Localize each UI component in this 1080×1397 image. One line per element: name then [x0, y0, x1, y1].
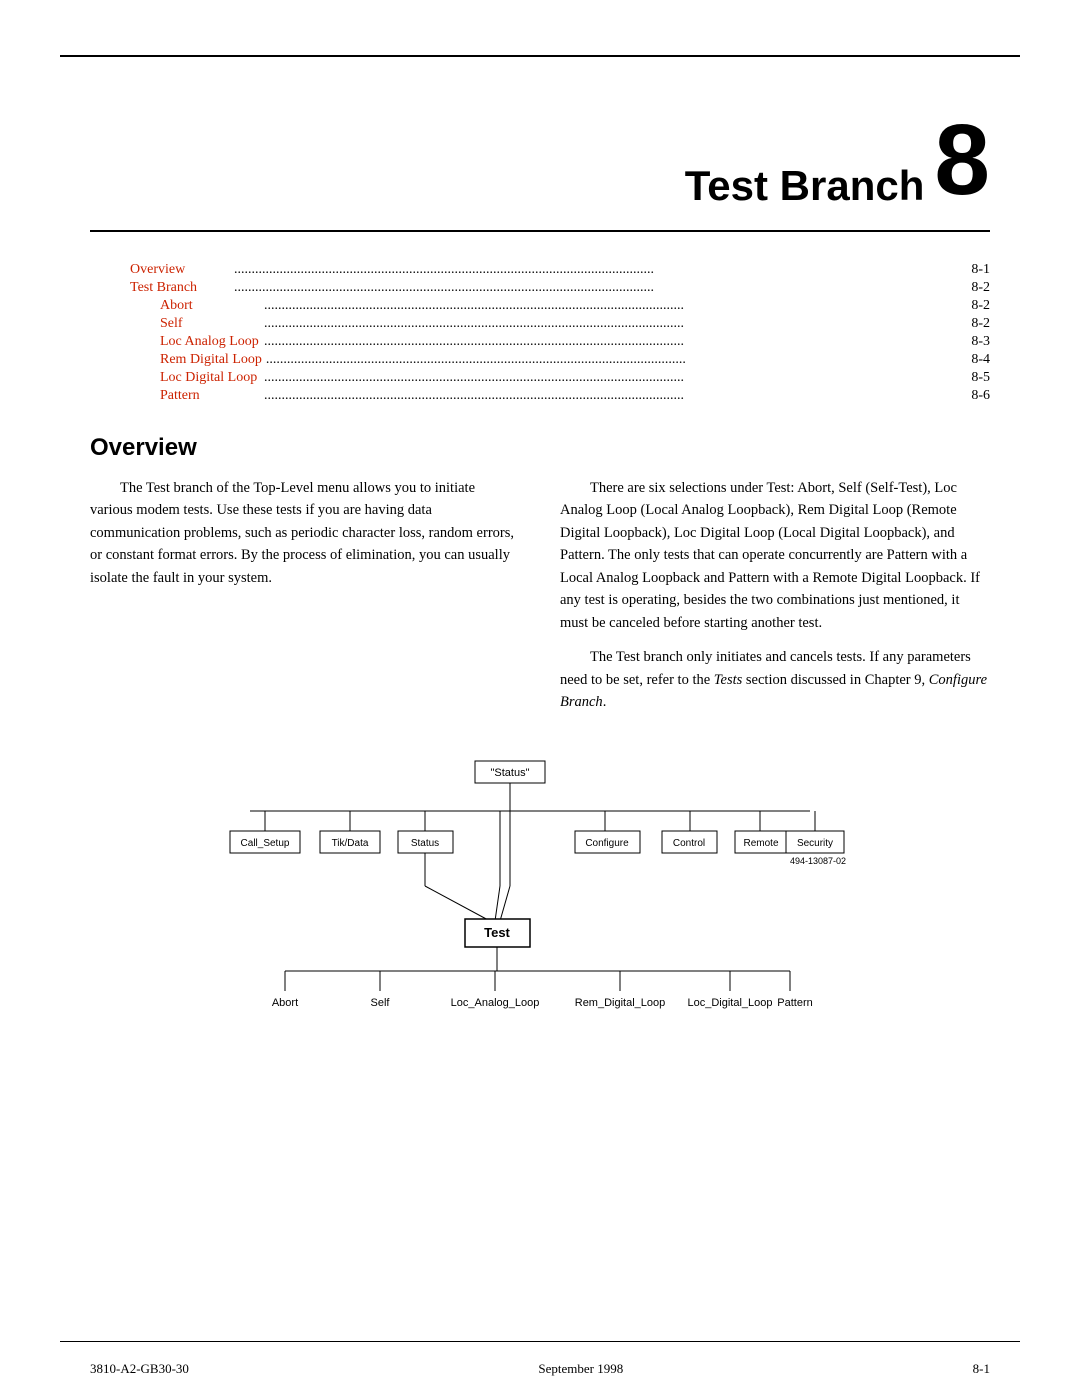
right-paragraph-2: The Test branch only initiates and cance…	[560, 646, 990, 713]
toc-dots: ........................................…	[264, 370, 967, 386]
toc-page: 8-5	[971, 370, 990, 386]
toc-link[interactable]: Self	[160, 316, 260, 332]
chapter-title: Test Branch	[685, 162, 925, 210]
svg-text:Rem_Digital_Loop: Rem_Digital_Loop	[575, 997, 666, 1009]
toc-link[interactable]: Abort	[160, 298, 260, 314]
toc-dots: ........................................…	[266, 352, 967, 368]
toc-item: Abort ..................................…	[130, 298, 990, 314]
toc-section: Overview ...............................…	[90, 262, 990, 404]
svg-text:Status: Status	[411, 838, 439, 849]
footer-left: 3810-A2-GB30-30	[90, 1361, 189, 1377]
toc-item: Overview ...............................…	[130, 262, 990, 278]
diagram-container: "Status" Call_Setup Tik/Data Status Conf…	[90, 756, 990, 1036]
right-column: There are six selections under Test: Abo…	[560, 477, 990, 726]
svg-text:Test: Test	[484, 925, 510, 940]
toc-link[interactable]: Overview	[130, 262, 230, 278]
toc-dots: ........................................…	[264, 388, 967, 404]
toc-link[interactable]: Test Branch	[130, 280, 230, 296]
overview-section: Overview The Test branch of the Top-Leve…	[90, 434, 990, 726]
content-columns: The Test branch of the Top-Level menu al…	[90, 477, 990, 726]
page-border-top	[60, 55, 1020, 57]
toc-link[interactable]: Loc Analog Loop	[160, 334, 260, 350]
toc-page: 8-2	[971, 280, 990, 296]
toc-item: Test Branch ............................…	[130, 280, 990, 296]
chapter-header: Test Branch 8	[90, 70, 990, 232]
svg-text:Loc_Digital_Loop: Loc_Digital_Loop	[687, 997, 772, 1009]
svg-text:Self: Self	[371, 997, 391, 1009]
toc-dots: ........................................…	[234, 262, 967, 278]
svg-text:Loc_Analog_Loop: Loc_Analog_Loop	[451, 997, 540, 1009]
toc-item: Self ...................................…	[130, 316, 990, 332]
toc-link[interactable]: Rem Digital Loop	[160, 352, 262, 368]
menu-diagram: "Status" Call_Setup Tik/Data Status Conf…	[190, 756, 890, 1036]
right-body-text: There are six selections under Test: Abo…	[560, 477, 990, 714]
left-column: The Test branch of the Top-Level menu al…	[90, 477, 520, 726]
toc-item: Loc Digital Loop .......................…	[130, 370, 990, 386]
svg-text:Security: Security	[797, 838, 833, 849]
toc-item: Loc Analog Loop ........................…	[130, 334, 990, 350]
toc-item: Pattern ................................…	[130, 388, 990, 404]
left-body-text: The Test branch of the Top-Level menu al…	[90, 477, 520, 589]
toc-page: 8-2	[971, 316, 990, 332]
toc-link[interactable]: Loc Digital Loop	[160, 370, 260, 386]
toc-page: 8-4	[971, 352, 990, 368]
svg-text:Tik/Data: Tik/Data	[332, 838, 369, 849]
toc-dots: ........................................…	[264, 298, 967, 314]
right-paragraph-1: There are six selections under Test: Abo…	[560, 477, 990, 634]
svg-text:Remote: Remote	[743, 838, 778, 849]
page-border-bottom	[60, 1341, 1020, 1342]
svg-text:Pattern: Pattern	[777, 997, 812, 1009]
toc-link[interactable]: Pattern	[160, 388, 260, 404]
svg-text:Configure: Configure	[585, 838, 629, 849]
footer-right: 8-1	[973, 1361, 990, 1377]
toc-page: 8-1	[971, 262, 990, 278]
toc-page: 8-6	[971, 388, 990, 404]
toc-dots: ........................................…	[264, 316, 967, 332]
svg-text:Control: Control	[673, 838, 705, 849]
toc-dots: ........................................…	[264, 334, 967, 350]
left-paragraph: The Test branch of the Top-Level menu al…	[90, 477, 520, 589]
overview-title: Overview	[90, 434, 990, 462]
toc-dots: ........................................…	[234, 280, 967, 296]
page-content: Test Branch 8 Overview .................…	[90, 70, 990, 1327]
toc-page: 8-2	[971, 298, 990, 314]
svg-text:494-13087-02: 494-13087-02	[790, 856, 846, 866]
page-footer: 3810-A2-GB30-30 September 1998 8-1	[90, 1361, 990, 1377]
toc-page: 8-3	[971, 334, 990, 350]
toc-item: Rem Digital Loop .......................…	[130, 352, 990, 368]
svg-text:Abort: Abort	[272, 997, 298, 1009]
chapter-number: 8	[934, 110, 990, 210]
footer-center: September 1998	[538, 1361, 623, 1377]
svg-text:"Status": "Status"	[491, 767, 530, 779]
svg-text:Call_Setup: Call_Setup	[241, 838, 290, 849]
